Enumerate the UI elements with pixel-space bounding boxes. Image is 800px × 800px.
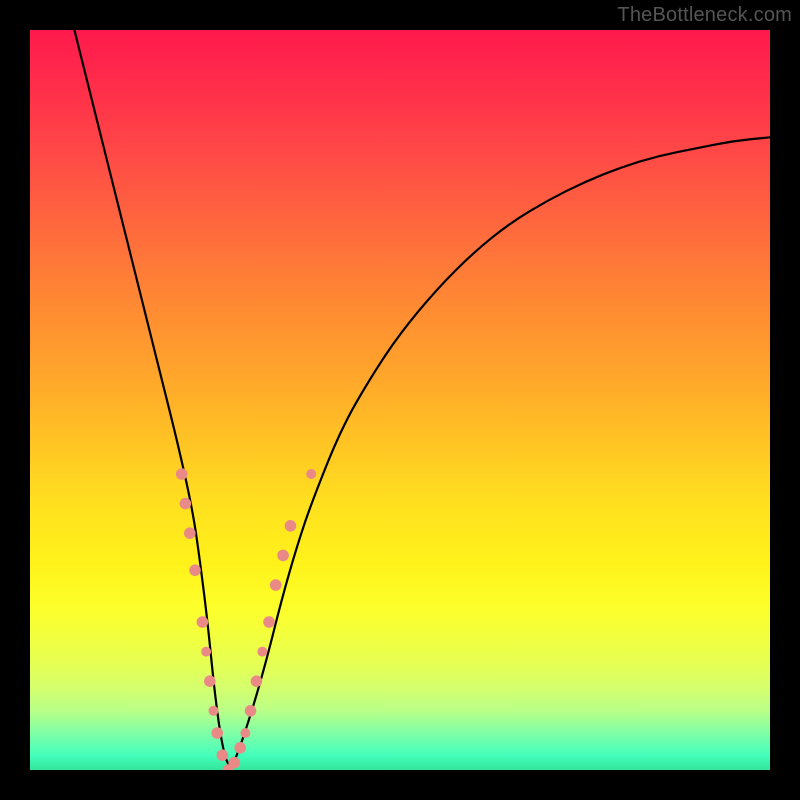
watermark-text: TheBottleneck.com [617,4,792,27]
data-point-marker [277,550,289,562]
data-point-marker [245,705,257,717]
data-point-marker [217,749,229,761]
data-point-marker [270,579,282,591]
data-point-marker [251,675,263,687]
chart-frame: TheBottleneck.com [0,0,800,800]
data-point-marker [257,647,267,657]
data-point-markers [176,468,316,770]
data-point-marker [176,468,188,480]
data-point-marker [306,469,316,479]
data-point-marker [189,564,201,576]
data-point-marker [180,498,192,510]
bottleneck-curve-line [74,30,770,766]
data-point-marker [234,742,246,754]
data-point-marker [197,616,209,628]
data-point-marker [209,706,219,716]
curve-group [74,30,770,766]
data-point-marker [184,527,196,539]
data-point-marker [285,520,297,532]
data-point-marker [211,727,223,739]
data-point-marker [240,728,250,738]
bottleneck-curve-svg [30,30,770,770]
data-point-marker [228,757,240,769]
plot-area [30,30,770,770]
data-point-marker [263,616,275,628]
data-point-marker [201,647,211,657]
data-point-marker [204,675,216,687]
